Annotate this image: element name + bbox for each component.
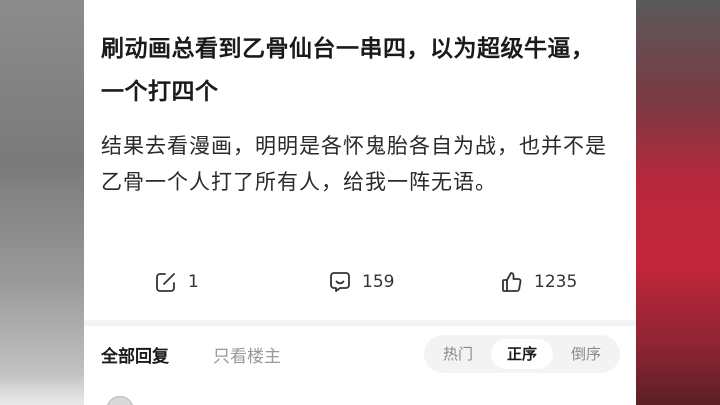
post-card: 刷动画总看到乙骨仙台一串四，以为超级牛逼，一个打四个 结果去看漫画，明明是各怀鬼… <box>84 0 636 405</box>
sort-descending[interactable]: 倒序 <box>555 339 617 369</box>
comment-count: 159 <box>362 272 395 292</box>
comment-button[interactable]: 159 <box>328 264 394 300</box>
share-button[interactable]: 1 <box>154 264 199 300</box>
thumbs-up-icon <box>502 272 522 292</box>
comment-icon <box>330 272 350 292</box>
replies-toolbar: 全部回复 只看楼主 热门 正序 倒序 <box>84 330 636 380</box>
background-left <box>0 0 84 405</box>
like-count: 1235 <box>534 272 578 292</box>
sort-toggle: 热门 正序 倒序 <box>424 335 620 373</box>
like-button[interactable]: 1235 <box>500 264 577 300</box>
section-divider <box>84 320 636 326</box>
tab-op-only[interactable]: 只看楼主 <box>213 342 281 367</box>
share-count: 1 <box>188 272 199 292</box>
background-right <box>636 0 720 405</box>
post-title: 刷动画总看到乙骨仙台一串四，以为超级牛逼，一个打四个 <box>101 36 595 105</box>
sort-ascending[interactable]: 正序 <box>491 339 553 369</box>
tab-all-replies[interactable]: 全部回复 <box>101 342 169 367</box>
sort-hot[interactable]: 热门 <box>427 339 489 369</box>
edit-share-icon <box>156 273 175 292</box>
post-body: 结果去看漫画，明明是各怀鬼胎各自为战，也并不是乙骨一个人打了所有人，给我一阵无语… <box>101 134 607 194</box>
avatar[interactable] <box>106 396 134 405</box>
post-actions: 1 159 1235 <box>84 264 636 300</box>
